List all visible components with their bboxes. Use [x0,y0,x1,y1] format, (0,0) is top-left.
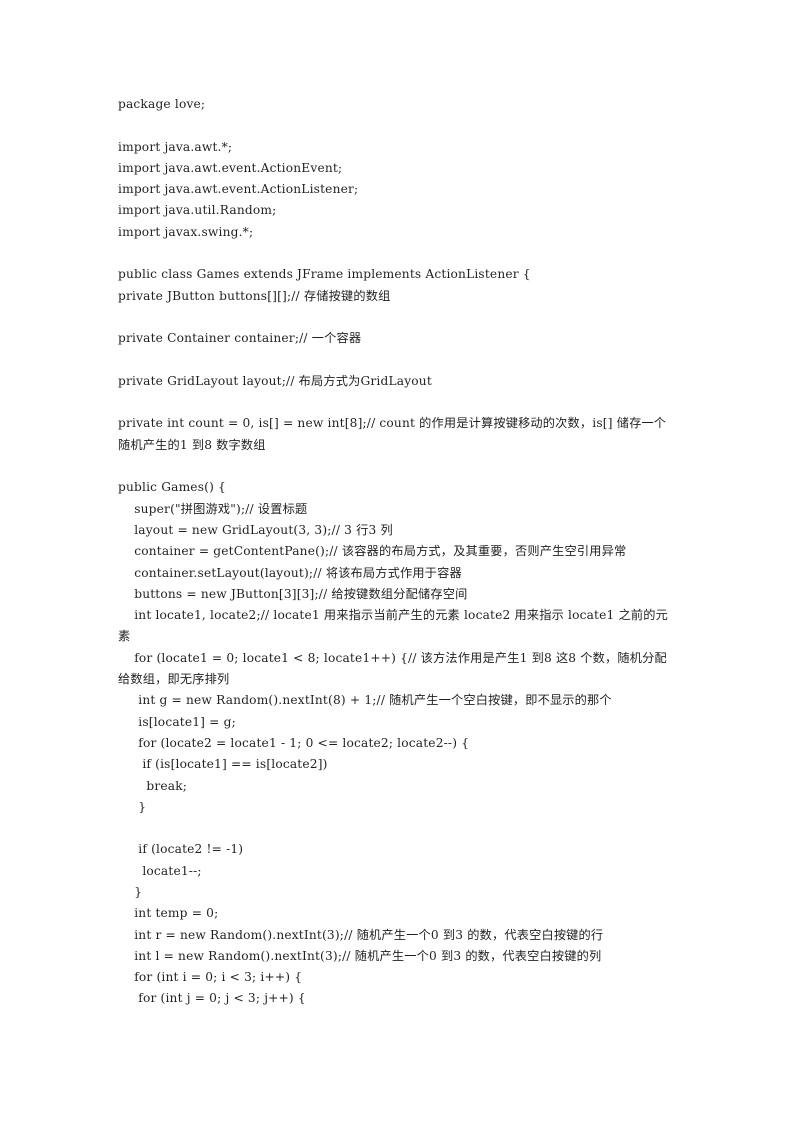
code-line: private int count = 0, is[] = new int[8]… [118,416,667,452]
code-line: public class Games extends JFrame implem… [118,267,531,282]
code-line: import java.awt.*; [118,139,233,154]
code-line: private GridLayout layout;// 布局方式为GridLa… [118,373,432,388]
code-line: public Games() { [118,480,226,495]
code-line: is[locate1] = g; [118,714,236,729]
code-line: import java.util.Random; [118,203,277,218]
code-line: locate1--; [118,863,202,878]
code-line: int temp = 0; [118,906,219,921]
code-line: int g = new Random().nextInt(8) + 1;// 随… [118,693,612,708]
code-line: int locate1, locate2;// locate1 用来指示当前产生… [118,608,668,644]
code-line: if (is[locate1] == is[locate2]) [118,757,328,772]
code-line: break; [118,778,188,793]
code-line: for (int i = 0; i < 3; i++) { [118,970,303,985]
source-code-block: package love; import java.awt.*; import ja… [118,94,676,1010]
code-line: for (int j = 0; j < 3; j++) { [118,991,306,1006]
code-line: private Container container;// 一个容器 [118,331,362,346]
code-line: int r = new Random().nextInt(3);// 随机产生一… [118,927,604,942]
code-line: } [118,884,143,899]
code-line: private JButton buttons[][];// 存储按键的数组 [118,288,391,303]
code-line: container = getContentPane();// 该容器的布局方式… [118,544,627,559]
code-line: container.setLayout(layout);// 将该布局方式作用于… [118,565,462,580]
code-line: for (locate2 = locate1 - 1; 0 <= locate2… [118,735,470,750]
code-line: int l = new Random().nextInt(3);// 随机产生一… [118,948,602,963]
code-line: buttons = new JButton[3][3];// 给按键数组分配储存… [118,586,468,601]
document-page: package love; import java.awt.*; import ja… [0,0,793,1122]
code-line: layout = new GridLayout(3, 3);// 3 行3 列 [118,522,393,537]
code-line: } [118,799,147,814]
code-line: package love; [118,97,206,111]
code-line: import javax.swing.*; [118,224,254,239]
code-line: if (locate2 != -1) [118,842,244,857]
code-line: import java.awt.event.ActionEvent; [118,160,343,175]
code-line: import java.awt.event.ActionListener; [118,182,359,197]
code-line: super("拼图游戏");// 设置标题 [118,501,308,516]
code-line: for (locate1 = 0; locate1 < 8; locate1++… [118,650,667,687]
